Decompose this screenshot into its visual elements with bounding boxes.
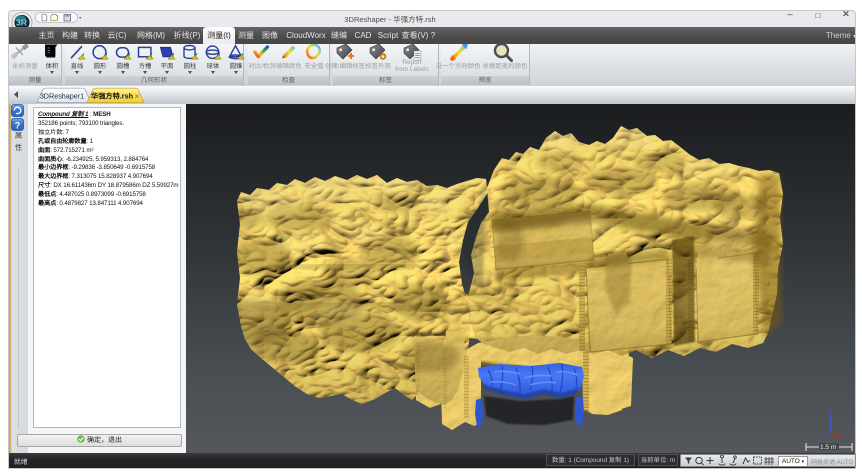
- svg-text:3DReshaper1: 3DReshaper1: [40, 92, 84, 101]
- svg-text:×: ×: [135, 92, 140, 101]
- svg-text:z: z: [828, 408, 831, 414]
- svg-text:1.5 m: 1.5 m: [820, 444, 836, 451]
- svg-text:华强方特.rsh: 华强方特.rsh: [91, 92, 133, 101]
